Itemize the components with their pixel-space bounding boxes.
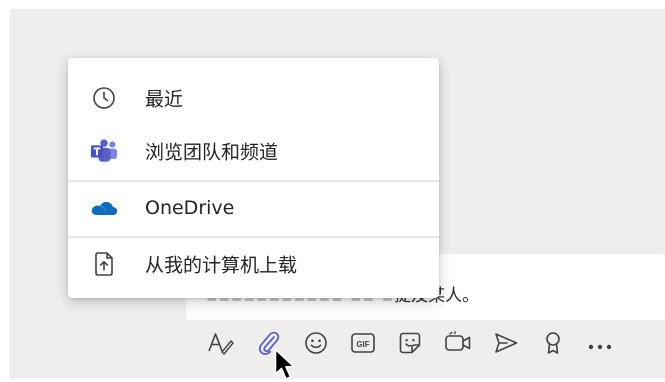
- gif-button[interactable]: GIF: [348, 328, 378, 362]
- format-button[interactable]: [206, 328, 236, 362]
- emoji-icon: [304, 331, 328, 359]
- menu-item-recent[interactable]: 最近: [68, 70, 439, 126]
- more-button[interactable]: [585, 328, 615, 362]
- praise-icon: [542, 330, 564, 360]
- menu-item-browse-teams[interactable]: 浏览团队和频道: [68, 123, 439, 179]
- menu-item-label: 从我的计算机上载: [145, 254, 298, 277]
- onedrive-cloud-icon: [90, 194, 118, 222]
- send-button[interactable]: [491, 328, 521, 362]
- praise-button[interactable]: [538, 328, 568, 362]
- teams-logo-icon: [90, 137, 118, 165]
- compose-toolbar: GIF: [0, 328, 665, 362]
- format-icon: [207, 331, 235, 359]
- sticker-icon: [398, 331, 422, 359]
- sticker-button[interactable]: [395, 328, 425, 362]
- more-icon: [587, 336, 613, 355]
- mouse-cursor-icon: [274, 348, 298, 382]
- menu-item-label: 最近: [145, 88, 184, 111]
- clock-icon: [90, 84, 118, 112]
- attach-menu: 最近 浏览团队和频道 OneDrive 从我的计算机上载: [68, 58, 439, 298]
- menu-item-upload-from-computer[interactable]: 从我的计算机上载: [68, 236, 439, 292]
- menu-item-onedrive[interactable]: OneDrive: [68, 180, 439, 236]
- send-icon: [493, 331, 519, 359]
- meet-now-icon: [444, 331, 472, 359]
- gif-icon: GIF: [350, 332, 376, 358]
- gif-text: GIF: [356, 340, 369, 349]
- menu-item-label: 浏览团队和频道: [145, 141, 279, 164]
- meet-now-button[interactable]: [443, 328, 473, 362]
- upload-file-icon: [90, 250, 118, 278]
- menu-item-label: OneDrive: [145, 197, 235, 219]
- emoji-button[interactable]: [301, 328, 331, 362]
